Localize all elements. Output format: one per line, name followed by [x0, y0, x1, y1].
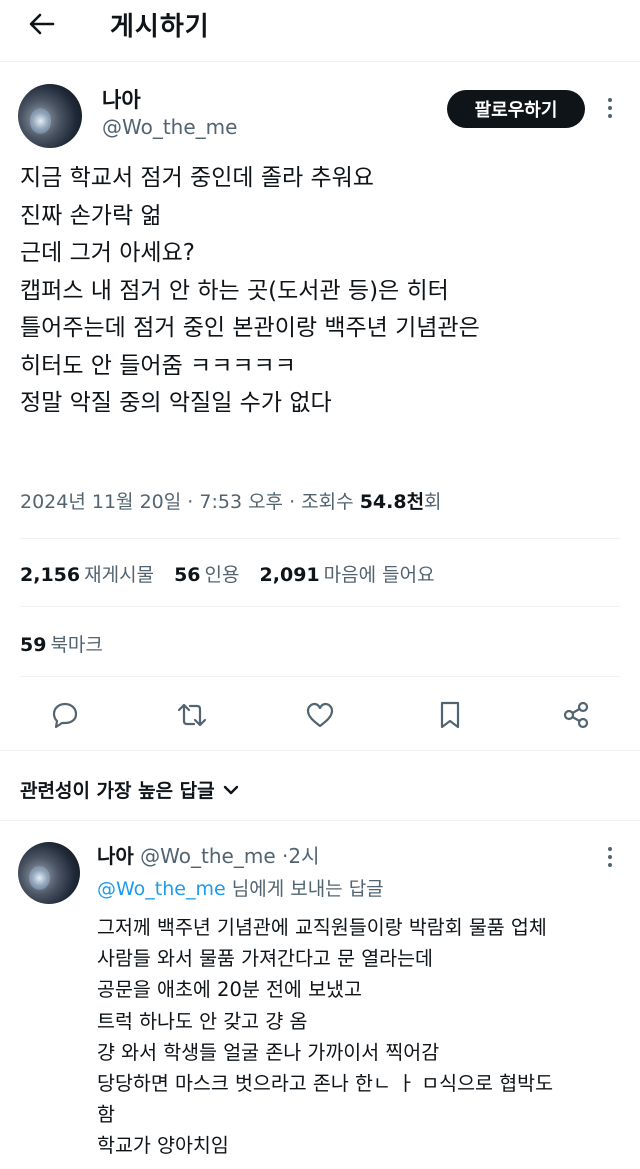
- replying-to-suffix: 님에게 보내는 답글: [231, 878, 384, 900]
- reply-line: 함: [97, 1103, 115, 1127]
- post-line: 캡퍼스 내 점거 안 하는 곳(도서관 등)은 히터: [20, 277, 449, 304]
- meta-separator: ·: [187, 491, 194, 513]
- back-button[interactable]: [22, 6, 62, 42]
- reply-author-handle[interactable]: @Wo_the_me: [140, 844, 275, 868]
- post-text: 지금 학교서 점거 중인데 졸라 추워요 진짜 손가락 얾 근데 그거 아세요?…: [20, 160, 620, 423]
- post-line: 정말 악질 중의 악질일 수가 없다: [20, 390, 332, 416]
- bookmark-count[interactable]: 59: [20, 634, 46, 656]
- views-count[interactable]: 54.8천: [360, 491, 424, 513]
- author-handle[interactable]: @Wo_the_me: [102, 115, 237, 139]
- post-meta: 2024년 11월 20일 · 7:53 오후 · 조회수 54.8천회: [20, 487, 442, 514]
- page-title: 게시하기: [110, 12, 210, 42]
- retweet-icon: [177, 703, 207, 727]
- post-line: 지금 학교서 점거 중인데 졸라 추워요: [20, 165, 374, 191]
- reply-author-avatar[interactable]: [18, 842, 80, 904]
- divider: [20, 606, 620, 607]
- divider: [20, 538, 620, 539]
- like-button[interactable]: [300, 696, 340, 734]
- share-button[interactable]: [556, 696, 596, 734]
- reply-line: 공문을 애초에 20분 전에 보냈고: [97, 978, 362, 1002]
- quote-count[interactable]: 56: [174, 564, 200, 586]
- divider: [0, 820, 640, 821]
- bookmark-stats: 59 북마크: [20, 630, 103, 657]
- post-line: 진짜 손가락 얾: [20, 202, 162, 229]
- bookmark-button[interactable]: [430, 696, 470, 734]
- reply-line: 걍 와서 학생들 얼굴 존나 가까이서 찍어감: [97, 1040, 440, 1064]
- reply-time[interactable]: 2시: [288, 844, 319, 868]
- author-name[interactable]: 나아: [102, 84, 141, 114]
- more-options-icon[interactable]: [600, 93, 620, 123]
- chevron-down-icon: [223, 785, 238, 794]
- follow-button[interactable]: 팔로우하기: [447, 90, 585, 128]
- replying-to-handle[interactable]: @Wo_the_me: [97, 878, 226, 900]
- post-line: 히터도 안 들어줌 ㅋㅋㅋㅋㅋ: [20, 352, 296, 379]
- reply-sort-dropdown[interactable]: 관련성이 가장 높은 답글: [20, 776, 239, 803]
- reply-line: 당당하면 마스크 벗으라고 존나 한ㄴ ㅏ ㅁ식으로 협박도: [97, 1072, 554, 1096]
- author-avatar[interactable]: [18, 84, 82, 148]
- like-count[interactable]: 2,091: [260, 564, 320, 586]
- post-time: 7:53 오후: [199, 491, 284, 513]
- bookmark-label[interactable]: 북마크: [50, 634, 102, 656]
- top-bar: 게시하기: [0, 0, 640, 62]
- reply-button[interactable]: [45, 696, 85, 734]
- bookmark-icon: [440, 701, 460, 729]
- replying-to: @Wo_the_me 님에게 보내는 답글: [97, 874, 384, 901]
- post-line: 근데 그거 아세요?: [20, 240, 195, 266]
- reply-line: 그저께 백주년 기념관에 교직원들이랑 박람회 물품 업체: [97, 916, 547, 939]
- meta-separator: ·: [289, 491, 296, 513]
- reply-header: 나아 @Wo_the_me ·2시: [97, 840, 319, 869]
- post-line: 틀어주는데 점거 중인 본관이랑 백주년 기념관은: [20, 315, 480, 341]
- post-date: 2024년 11월 20일: [20, 491, 182, 513]
- quote-label[interactable]: 인용: [205, 564, 240, 586]
- reply-author-name[interactable]: 나아: [97, 844, 134, 868]
- share-icon: [563, 701, 589, 729]
- retweet-button[interactable]: [172, 696, 212, 734]
- divider: [20, 676, 620, 677]
- retweet-label[interactable]: 재게시물: [84, 564, 154, 586]
- reply-line: 사람들 와서 물품 가져간다고 문 열라는데: [97, 947, 433, 971]
- reply-sort-label: 관련성이 가장 높은 답글: [20, 780, 215, 802]
- divider: [0, 750, 640, 751]
- views-suffix: 회: [424, 491, 442, 513]
- views-label: 조회수: [301, 491, 354, 513]
- like-label[interactable]: 마음에 들어요: [324, 564, 435, 586]
- retweet-count[interactable]: 2,156: [20, 564, 80, 586]
- like-icon: [306, 702, 334, 728]
- reply-icon: [52, 702, 78, 729]
- reply-line: 트럭 하나도 안 갖고 걍 옴: [97, 1009, 308, 1033]
- reply-text: 그저께 백주년 기념관에 교직원들이랑 박람회 물품 업체 사람들 와서 물품 …: [97, 912, 627, 1162]
- engagement-stats: 2,156 재게시물 56 인용 2,091 마음에 들어요: [20, 560, 449, 587]
- reply-line: 학교가 양아치임: [97, 1134, 229, 1158]
- reply-more-options-icon[interactable]: [600, 842, 620, 872]
- arrow-left-icon: [29, 13, 55, 35]
